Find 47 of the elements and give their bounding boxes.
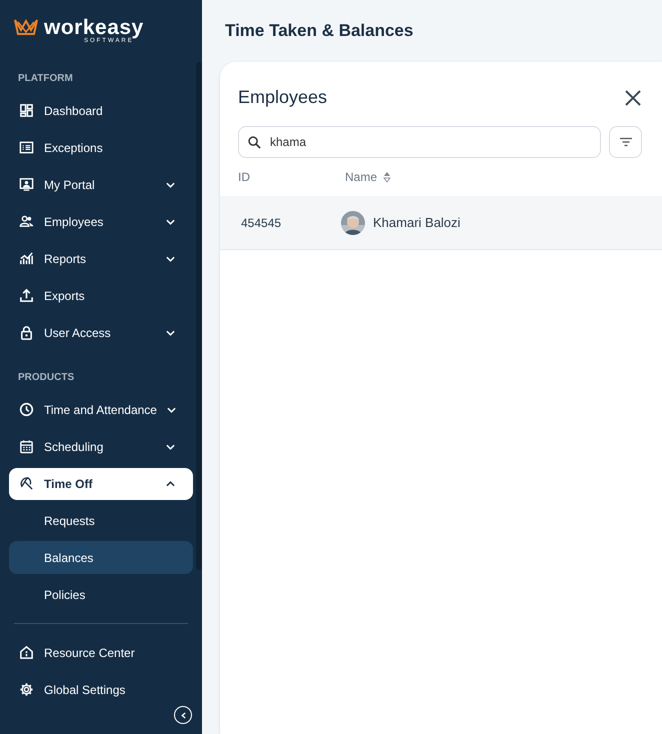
employee-name: Khamari Balozi: [373, 214, 460, 232]
logo-wordmark: workeasy: [44, 18, 144, 38]
search-field[interactable]: khama: [238, 126, 601, 158]
sidebar-item[interactable]: Global Settings: [9, 674, 193, 706]
table-row[interactable]: 454545 Khamari Balozi: [220, 196, 662, 250]
column-header: ID: [238, 169, 250, 186]
sidebar-item[interactable]: Time Off: [9, 468, 193, 500]
sidebar-item[interactable]: Scheduling: [9, 430, 193, 462]
section-heading: PRODUCTS: [17, 371, 76, 385]
sidebar-item[interactable]: Reports: [9, 242, 193, 274]
sidebar-item[interactable]: Resource Center: [9, 636, 193, 668]
search-icon: [248, 136, 261, 148]
column-header[interactable]: Name: [345, 168, 378, 186]
crown-logo-icon: [14, 18, 38, 36]
sidebar-item[interactable]: Time and Attendance: [9, 394, 193, 426]
collapse-button[interactable]: [174, 706, 192, 724]
sort-icon[interactable]: [383, 171, 392, 183]
submenu-item[interactable]: Requests: [9, 504, 193, 537]
sidebar-item[interactable]: Employees: [9, 206, 193, 238]
settings-icon: [19, 682, 34, 697]
table-cell-text: 454545: [241, 214, 282, 232]
chart-icon: [19, 251, 34, 266]
close-icon[interactable]: [624, 88, 642, 106]
monitor-icon: [19, 177, 34, 192]
scrollbar[interactable]: [196, 62, 202, 570]
page-title: Time Taken & Balances: [225, 20, 414, 42]
house-icon: [19, 645, 34, 660]
filter-icon: [618, 137, 632, 147]
section-heading: PLATFORM: [17, 72, 74, 86]
dashboard-icon: [19, 103, 34, 118]
calendar-icon: [19, 439, 34, 454]
clock-icon: [19, 402, 34, 417]
sidebar-item[interactable]: Exports: [9, 280, 193, 312]
lock-icon: [19, 325, 34, 340]
submenu-item[interactable]: Balances: [9, 541, 193, 574]
sidebar-item[interactable]: User Access: [9, 316, 193, 348]
panel-title: Employees: [238, 86, 328, 109]
sidebar-item[interactable]: Dashboard: [9, 94, 193, 126]
people-icon: [19, 214, 34, 229]
chevron-left-icon: [180, 712, 186, 718]
filter-button[interactable]: [609, 126, 642, 158]
list-icon: [19, 140, 34, 155]
submenu-item[interactable]: Policies: [9, 578, 193, 611]
umbrella-icon: [19, 476, 34, 491]
sidebar-item[interactable]: My Portal: [9, 168, 193, 200]
sidebar-item[interactable]: Exceptions: [9, 132, 193, 164]
upload-icon: [19, 288, 34, 303]
